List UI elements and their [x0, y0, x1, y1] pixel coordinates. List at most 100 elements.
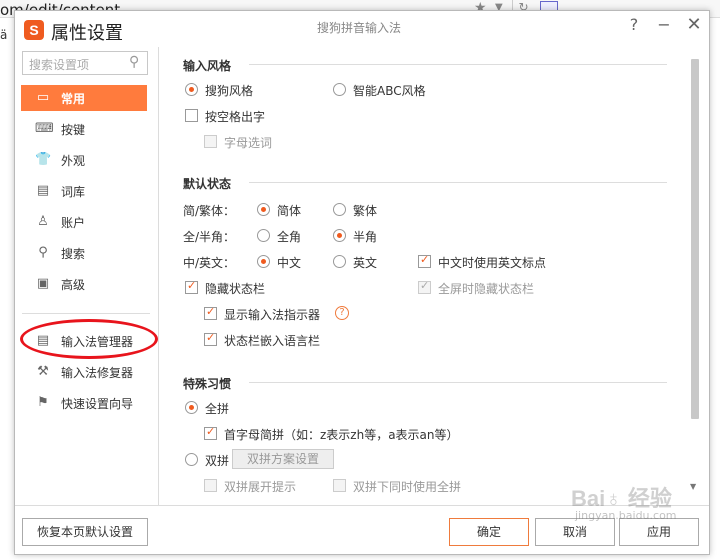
sidebar-item-keys[interactable]: ⌨ 按键: [21, 116, 147, 142]
sidebar-item-quick-setup[interactable]: ⚑ 快速设置向导: [21, 390, 147, 416]
label-width: 全/半角：: [183, 230, 236, 244]
apply-button[interactable]: 应用: [619, 518, 699, 546]
radio-abc-style[interactable]: [333, 83, 346, 96]
search-icon[interactable]: ⚲: [129, 54, 139, 70]
section-divider: [249, 64, 667, 65]
checkbox-space-output[interactable]: [185, 109, 198, 122]
settings-dialog: S 属性设置 搜狗拼音输入法 ? − ✕ 搜索设置项 ⚲ ▭ 常用 ⌨ 按键 👕…: [14, 10, 710, 555]
label-simp-trad: 简/繁体：: [183, 204, 236, 218]
cancel-button[interactable]: 取消: [535, 518, 615, 546]
label-show-indicator: 显示输入法指示器: [224, 308, 321, 322]
dialog-title: 属性设置: [51, 23, 123, 44]
section-title-special-habits: 特殊习惯: [183, 377, 232, 391]
ok-button[interactable]: 确定: [449, 518, 529, 546]
checkbox-show-indicator[interactable]: [204, 305, 217, 320]
sidebar-item-account[interactable]: ♙ 账户: [21, 209, 147, 235]
radio-half-width[interactable]: [333, 229, 346, 242]
label-english: 英文: [353, 256, 378, 270]
sidebar-item-label: 账户: [61, 216, 86, 230]
shirt-icon: 👕: [35, 152, 52, 167]
sidebar-item-search[interactable]: ⚲ 搜索: [21, 240, 147, 266]
radio-full-pinyin[interactable]: [185, 401, 198, 414]
label-letter-select: 字母选词: [224, 136, 273, 150]
label-double-expand: 双拼展开提示: [224, 480, 297, 494]
label-zh-en: 中/英文：: [183, 256, 236, 270]
radio-traditional[interactable]: [333, 203, 346, 216]
repair-icon: ⚒: [37, 364, 49, 379]
radio-english[interactable]: [333, 255, 346, 268]
sidebar-item-ime-manager[interactable]: ▤ 输入法管理器: [21, 328, 147, 354]
settings-content: 输入风格 搜狗风格 智能ABC风格 按空格出字 字母选词 默认状态 简/繁体： …: [173, 53, 683, 494]
sidebar-item-label: 输入法管理器: [61, 335, 134, 349]
sidebar-item-label: 搜索: [61, 247, 86, 261]
label-en-punct: 中文时使用英文标点: [438, 256, 547, 270]
manager-icon: ▤: [36, 333, 50, 348]
label-double-with-full: 双拼下同时使用全拼: [353, 480, 462, 494]
restore-defaults-button[interactable]: 恢复本页默认设置: [22, 518, 148, 546]
radio-full-width[interactable]: [257, 229, 270, 242]
search-placeholder: 搜索设置项: [29, 58, 90, 72]
sidebar-item-common[interactable]: ▭ 常用: [21, 85, 147, 111]
help-question-icon[interactable]: ?: [335, 306, 349, 320]
minimize-button[interactable]: −: [655, 15, 673, 37]
checkbox-fullscreen-hide[interactable]: [418, 279, 431, 294]
book-icon: ▤: [36, 183, 50, 198]
settings-search-input[interactable]: 搜索设置项 ⚲: [22, 51, 148, 75]
label-half-width: 半角: [353, 230, 378, 244]
sidebar-divider: [22, 313, 150, 314]
sidebar-item-ime-repair[interactable]: ⚒ 输入法修复器: [21, 359, 147, 385]
radio-sogou-style[interactable]: [185, 83, 198, 96]
label-chinese: 中文: [277, 256, 302, 270]
background-page-text: ä: [0, 28, 8, 42]
checkbox-double-expand[interactable]: [204, 479, 217, 492]
label-simplified: 简体: [277, 204, 302, 218]
checkbox-letter-select[interactable]: [204, 135, 217, 148]
sidebar-item-advanced[interactable]: ▣ 高级: [21, 271, 147, 297]
label-traditional: 繁体: [353, 204, 378, 218]
sidebar-item-label: 快速设置向导: [61, 397, 134, 411]
sidebar-item-label: 词库: [61, 185, 86, 199]
user-icon: ♙: [37, 214, 49, 229]
label-sogou-style: 搜狗风格: [205, 84, 254, 98]
sidebar: 搜索设置项 ⚲ ▭ 常用 ⌨ 按键 👕 外观 ▤ 词库 ♙ 账户 ⚲ 搜索 ▣: [15, 47, 159, 505]
section-divider: [249, 182, 667, 183]
label-embed-langbar: 状态栏嵌入语言栏: [224, 334, 321, 348]
dialog-footer: 恢复本页默认设置 确定 取消 应用: [15, 505, 709, 556]
keyboard-icon: ⌨: [35, 121, 54, 136]
label-fullscreen-hide: 全屏时隐藏状态栏: [438, 282, 535, 296]
radio-double-pinyin[interactable]: [185, 453, 198, 466]
double-scheme-button[interactable]: 双拼方案设置: [232, 449, 334, 469]
label-full-pinyin: 全拼: [205, 402, 230, 416]
section-divider: [249, 382, 667, 383]
scrollbar-thumb[interactable]: [691, 59, 699, 419]
label-space-output: 按空格出字: [205, 110, 266, 124]
scroll-down-icon[interactable]: ▼: [690, 482, 696, 491]
label-hide-status: 隐藏状态栏: [205, 282, 266, 296]
checkbox-embed-langbar[interactable]: [204, 331, 217, 346]
label-initial-abbrev: 首字母简拼（如：z表示zh等，a表示an等）: [224, 428, 459, 442]
dialog-titlebar[interactable]: S 属性设置 搜狗拼音输入法 ? − ✕: [15, 11, 709, 47]
search-icon: ⚲: [38, 245, 48, 260]
sidebar-item-label: 输入法修复器: [61, 366, 134, 380]
monitor-icon: ▭: [36, 90, 50, 105]
checkbox-hide-status[interactable]: [185, 279, 198, 294]
sidebar-item-label: 按键: [61, 123, 86, 137]
sidebar-item-dictionary[interactable]: ▤ 词库: [21, 178, 147, 204]
radio-simplified[interactable]: [257, 203, 270, 216]
checkbox-initial-abbrev[interactable]: [204, 425, 217, 440]
sidebar-item-label: 外观: [61, 154, 86, 168]
close-button[interactable]: ✕: [685, 14, 703, 36]
label-abc-style: 智能ABC风格: [353, 84, 426, 98]
sidebar-item-label: 常用: [61, 92, 86, 106]
section-title-input-style: 输入风格: [183, 59, 232, 73]
section-title-default-state: 默认状态: [183, 177, 232, 191]
checkbox-double-with-full[interactable]: [333, 479, 346, 492]
label-full-width: 全角: [277, 230, 302, 244]
help-button[interactable]: ?: [625, 15, 643, 37]
radio-chinese[interactable]: [257, 255, 270, 268]
flag-icon: ⚑: [37, 395, 49, 410]
label-double-pinyin: 双拼: [205, 454, 230, 468]
sidebar-item-appearance[interactable]: 👕 外观: [21, 147, 147, 173]
sogou-logo-icon: S: [24, 20, 44, 40]
checkbox-en-punct[interactable]: [418, 253, 431, 268]
